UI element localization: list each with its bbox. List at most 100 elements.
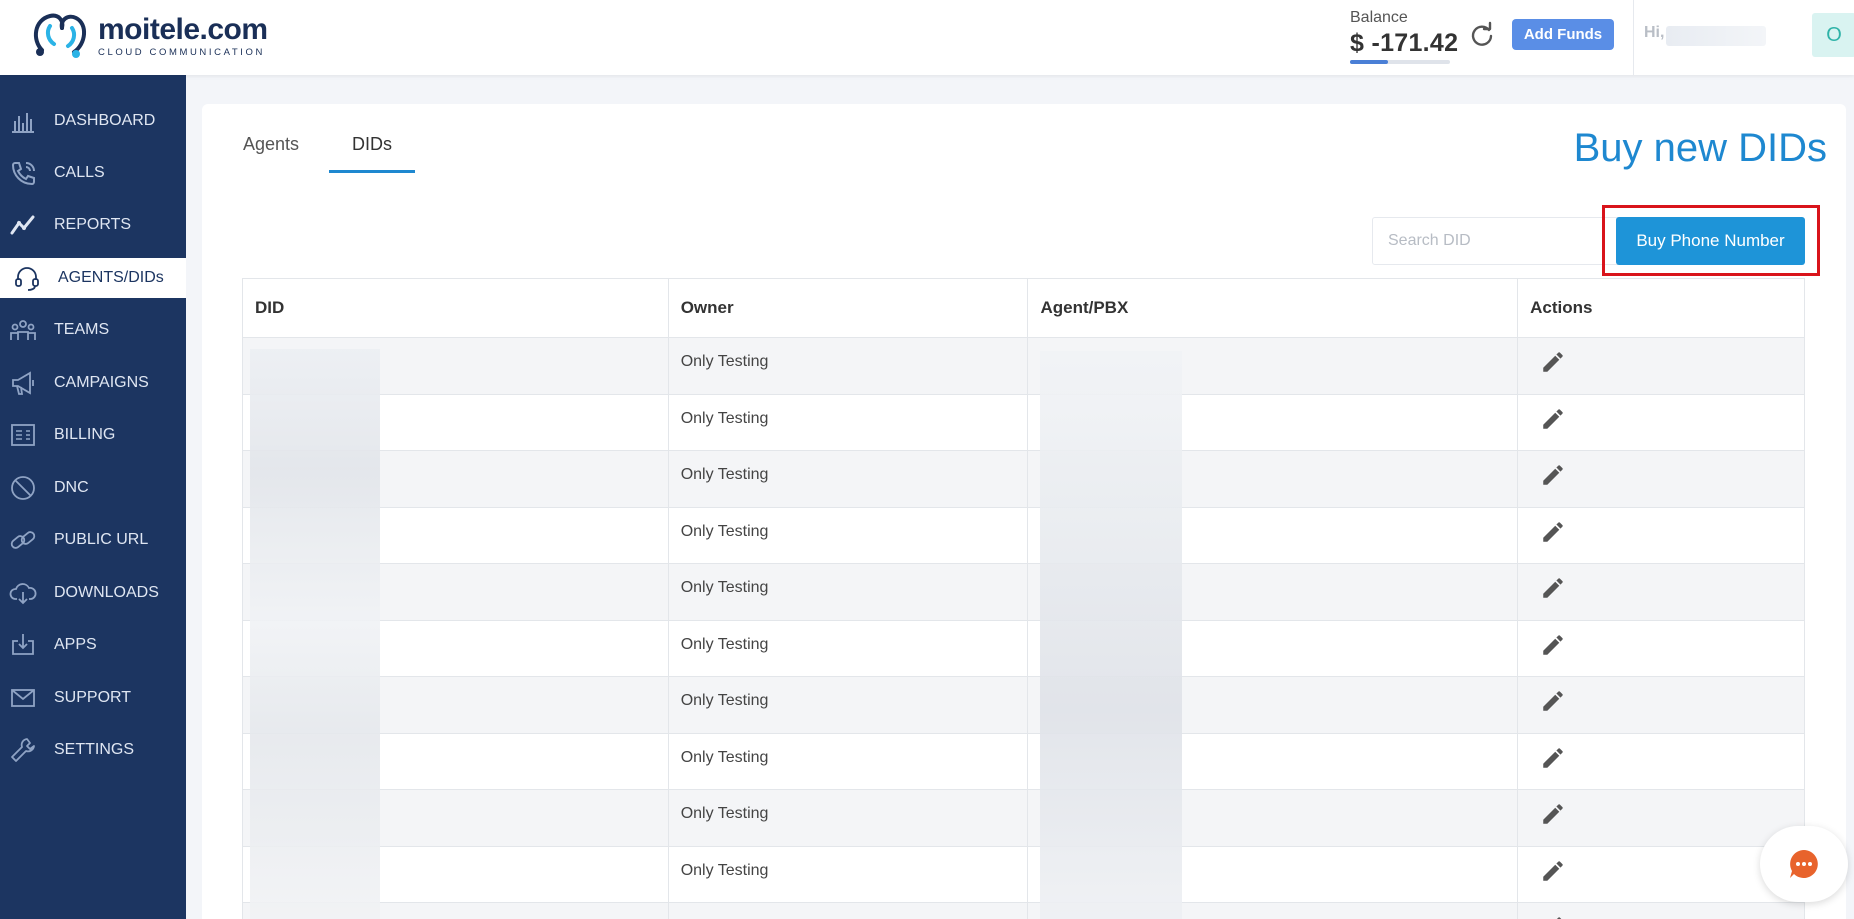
table-row: Only Testing [242,619,1805,677]
table-row: Only Testing [242,506,1805,564]
sidebar-item-label: SETTINGS [54,741,135,758]
table-row: Only Testing [242,732,1805,790]
add-funds-button[interactable]: Add Funds [1512,19,1614,50]
actions-cell [1517,789,1805,847]
sidebar-item-campaigns[interactable]: CAMPAIGNS [0,363,186,403]
edit-pencil-icon[interactable] [1540,688,1566,714]
page-title: Buy new DIDs [1573,126,1827,170]
link-icon [9,526,37,554]
edit-pencil-icon[interactable] [1540,632,1566,658]
edit-pencil-icon[interactable] [1540,462,1566,488]
sidebar-item-teams[interactable]: TEAMS [0,310,186,350]
owner-cell: Only Testing [667,845,1029,903]
sidebar-item-public-url[interactable]: PUBLIC URL [0,520,186,560]
sidebar-item-apps[interactable]: APPS [0,625,186,665]
buy-phone-number-button[interactable]: Buy Phone Number [1616,217,1805,265]
edit-pencil-icon[interactable] [1540,801,1566,827]
sidebar-item-label: CAMPAIGNS [54,374,149,391]
team-icon [9,316,37,344]
owner-cell: Only Testing [667,732,1029,790]
actions-cell [1517,337,1805,395]
column-header-agent-pbx[interactable]: Agent/PBX [1027,278,1519,338]
sidebar-item-dashboard[interactable]: DASHBOARD [0,101,186,141]
chat-widget-button[interactable] [1760,826,1848,902]
owner-cell: Only Testing [667,902,1029,919]
dids-table: DID Owner Agent/PBX Actions Only Testing… [242,278,1805,919]
sidebar-item-settings[interactable]: SETTINGS [0,730,186,770]
sidebar-item-billing[interactable]: BILLING [0,415,186,455]
user-greeting: Hi, [1644,24,1665,41]
balance-value: $ -171.42 [1350,29,1459,57]
avatar[interactable]: O [1812,13,1854,57]
logo-mark-icon [33,13,86,58]
sidebar-item-support[interactable]: SUPPORT [0,678,186,718]
owner-cell: Only Testing [667,450,1029,508]
sidebar-item-label: DASHBOARD [54,112,156,129]
sidebar-item-dnc[interactable]: DNC [0,468,186,508]
sidebar-item-label: BILLING [54,426,116,443]
brand-logo[interactable]: moitele.com CLOUD COMMUNICATION [28,10,268,62]
table-row: Only Testing [242,789,1805,847]
refresh-icon[interactable] [1468,21,1496,49]
search-did-input[interactable] [1372,217,1620,265]
owner-cell: Only Testing [667,619,1029,677]
brand-tagline: CLOUD COMMUNICATION [98,46,265,58]
sidebar-item-label: DOWNLOADS [54,584,159,601]
edit-pencil-icon[interactable] [1540,575,1566,601]
tab-dids[interactable]: DIDs [329,134,415,169]
sidebar-item-downloads[interactable]: DOWNLOADS [0,573,186,613]
sidebar-item-agents-dids[interactable]: AGENTS/DIDs [0,258,186,298]
table-header-row: DID Owner Agent/PBX Actions [242,278,1805,338]
sidebar-item-label: DNC [54,479,89,496]
phone-icon [9,159,37,187]
sidebar-item-label: CALLS [54,164,105,181]
actions-cell [1517,506,1805,564]
sidebar: DASHBOARD CALLS REPORTS AGENTS/DIDs TEAM… [0,75,186,919]
owner-cell: Only Testing [667,676,1029,734]
actions-cell [1517,393,1805,451]
table-row: Only Testing [242,393,1805,451]
sidebar-item-reports[interactable]: REPORTS [0,205,186,245]
actions-cell [1517,902,1805,919]
actions-cell [1517,450,1805,508]
edit-pencil-icon[interactable] [1540,914,1566,919]
owner-cell: Only Testing [667,563,1029,621]
chart-line-icon [9,211,37,239]
did-values-redacted [250,349,380,919]
table-row: Only Testing [242,450,1805,508]
sidebar-item-label: TEAMS [54,321,110,338]
owner-cell: Only Testing [667,393,1029,451]
owner-cell: Only Testing [667,337,1029,395]
user-name-redacted [1666,26,1766,46]
sidebar-item-label: REPORTS [54,216,132,233]
edit-pencil-icon[interactable] [1540,745,1566,771]
owner-cell: Only Testing [667,789,1029,847]
megaphone-icon [9,369,37,397]
sidebar-item-label: PUBLIC URL [54,531,149,548]
edit-pencil-icon[interactable] [1540,349,1566,375]
table-row: Only Testing [242,676,1805,734]
balance-progress-fill [1350,60,1388,64]
edit-pencil-icon[interactable] [1540,519,1566,545]
actions-cell [1517,563,1805,621]
sidebar-item-calls[interactable]: CALLS [0,153,186,193]
no-sign-icon [9,474,37,502]
table-row: Only Testing [242,337,1805,395]
balance-progress-bar [1350,60,1450,64]
sidebar-item-label: APPS [54,636,97,653]
tab-agents[interactable]: Agents [243,134,299,169]
headset-icon [13,264,41,292]
cloud-download-icon [9,579,37,607]
table-row: Only Testing [242,845,1805,903]
column-header-actions: Actions [1517,278,1805,338]
chat-bubble-icon [1790,850,1818,878]
brand-name: moitele.com [98,12,268,46]
column-header-did[interactable]: DID [242,278,669,338]
edit-pencil-icon[interactable] [1540,858,1566,884]
table-row: Only Testing [242,902,1805,919]
edit-pencil-icon[interactable] [1540,406,1566,432]
column-header-owner[interactable]: Owner [667,278,1029,338]
billing-icon [9,421,37,449]
top-header: moitele.com CLOUD COMMUNICATION Balance … [0,0,1854,75]
main-card: Agents DIDs Buy new DIDs Buy Phone Numbe… [202,104,1846,919]
